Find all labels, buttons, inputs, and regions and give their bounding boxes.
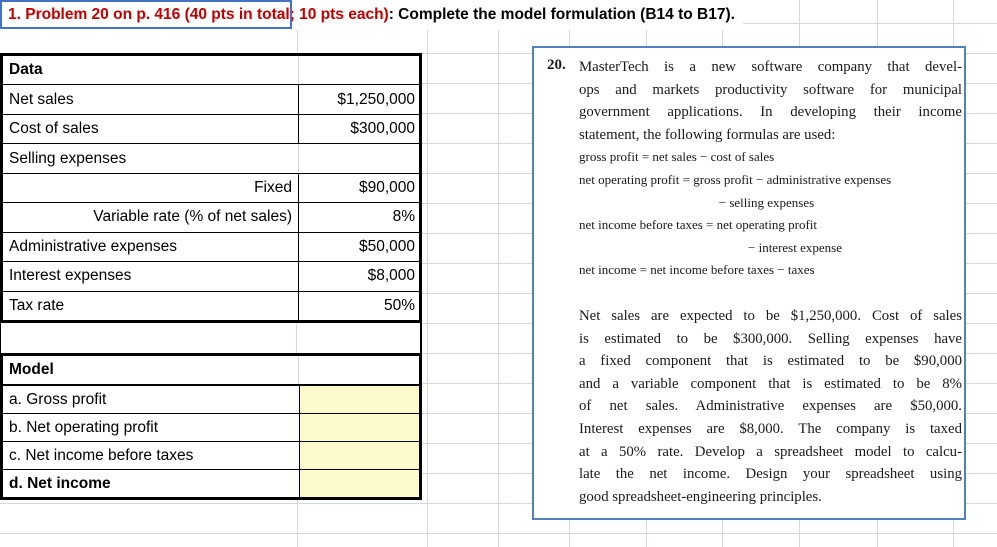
cell-net-income-before-taxes-label[interactable]: c. Net income before taxes <box>3 442 299 469</box>
problem-text: MasterTech is a new software company tha… <box>579 56 962 508</box>
cell-administrative-expenses-value[interactable]: $50,000 <box>299 233 419 261</box>
cell-interest-expenses-value[interactable]: $8,000 <box>299 262 419 290</box>
table-row: Interest expenses $8,000 <box>3 261 419 291</box>
table-row: Administrative expenses $50,000 <box>3 231 419 262</box>
table-row: d. Net income <box>3 469 419 497</box>
problem-formulas: gross profit = net sales − cost of sales… <box>579 149 892 278</box>
table-row: c. Net income before taxes <box>3 441 419 469</box>
cell-fixed-label[interactable]: Fixed <box>3 173 299 203</box>
cell-gross-profit-label[interactable]: a. Gross profit <box>3 386 299 413</box>
cell-model-header[interactable]: Model <box>3 356 299 384</box>
cell-interest-expenses-label[interactable]: Interest expenses <box>3 262 299 291</box>
cell-net-income-input[interactable] <box>299 470 419 497</box>
data-table: Data Net sales $1,250,000 Cost of sales … <box>0 53 422 323</box>
grid-vline <box>427 0 428 547</box>
cell-net-operating-profit-label[interactable]: b. Net operating profit <box>3 414 299 441</box>
table-row: Fixed $90,000 <box>3 172 419 203</box>
grid-vline <box>296 323 297 353</box>
cell-net-income-label[interactable]: d. Net income <box>3 470 299 497</box>
cell-variable-rate-value[interactable]: 8% <box>299 203 419 231</box>
title-black-segment: : Complete the model formulation (B14 to… <box>388 6 735 23</box>
table-row: Data <box>3 56 419 85</box>
cell-data-header[interactable]: Data <box>3 56 299 85</box>
table-row: Tax rate 50% <box>3 290 419 320</box>
cell-variable-rate-label[interactable]: Variable rate (% of net sales) <box>3 203 299 232</box>
cell-administrative-expenses-label[interactable]: Administrative expenses <box>3 232 299 262</box>
cell-net-income-before-taxes-input[interactable] <box>299 442 419 469</box>
model-table: Model a. Gross profit b. Net operating p… <box>0 353 422 500</box>
cell-model-header-value[interactable] <box>299 356 419 384</box>
cell-cost-of-sales-value[interactable]: $300,000 <box>299 115 419 143</box>
problem-number: 20. <box>547 57 566 73</box>
problem-statement-image: 20. MasterTech is a new software company… <box>532 46 966 520</box>
cell-net-sales-label[interactable]: Net sales <box>3 85 299 114</box>
cell-gross-profit-input[interactable] <box>299 386 419 413</box>
table-row: Selling expenses <box>3 143 419 173</box>
grid-vline <box>498 0 499 547</box>
table-row: Model <box>3 356 419 386</box>
table-row: Net sales $1,250,000 <box>3 84 419 114</box>
cell-selling-expenses-value[interactable] <box>299 144 419 172</box>
cell-selling-expenses-label[interactable]: Selling expenses <box>3 144 299 173</box>
spreadsheet-screen: 1. Problem 20 on p. 416 (40 pts in total… <box>0 0 997 547</box>
problem-intro-paragraph: MasterTech is a new software company tha… <box>579 59 962 143</box>
cell-cost-of-sales-label[interactable]: Cost of sales <box>3 114 299 144</box>
title-red-segment: 1. Problem 20 on p. 416 (40 pts in total… <box>8 6 389 23</box>
cell-fixed-value[interactable]: $90,000 <box>299 174 419 202</box>
table-row: b. Net operating profit <box>3 413 419 441</box>
cell-data-header-value[interactable] <box>299 56 419 84</box>
table-row: Cost of sales $300,000 <box>3 113 419 144</box>
table-row: a. Gross profit <box>3 386 419 413</box>
cell-tax-rate-value[interactable]: 50% <box>299 292 419 320</box>
cell-net-operating-profit-input[interactable] <box>299 414 419 441</box>
cell-net-sales-value[interactable]: $1,250,000 <box>299 85 419 113</box>
table-row: Variable rate (% of net sales) 8% <box>3 202 419 232</box>
spacer-row <box>0 323 422 353</box>
cell-tax-rate-label[interactable]: Tax rate <box>3 291 299 320</box>
problem-body-paragraph: Net sales are expected to be $1,250,000.… <box>579 307 962 505</box>
title-cell[interactable]: 1. Problem 20 on p. 416 (40 pts in total… <box>0 0 743 30</box>
